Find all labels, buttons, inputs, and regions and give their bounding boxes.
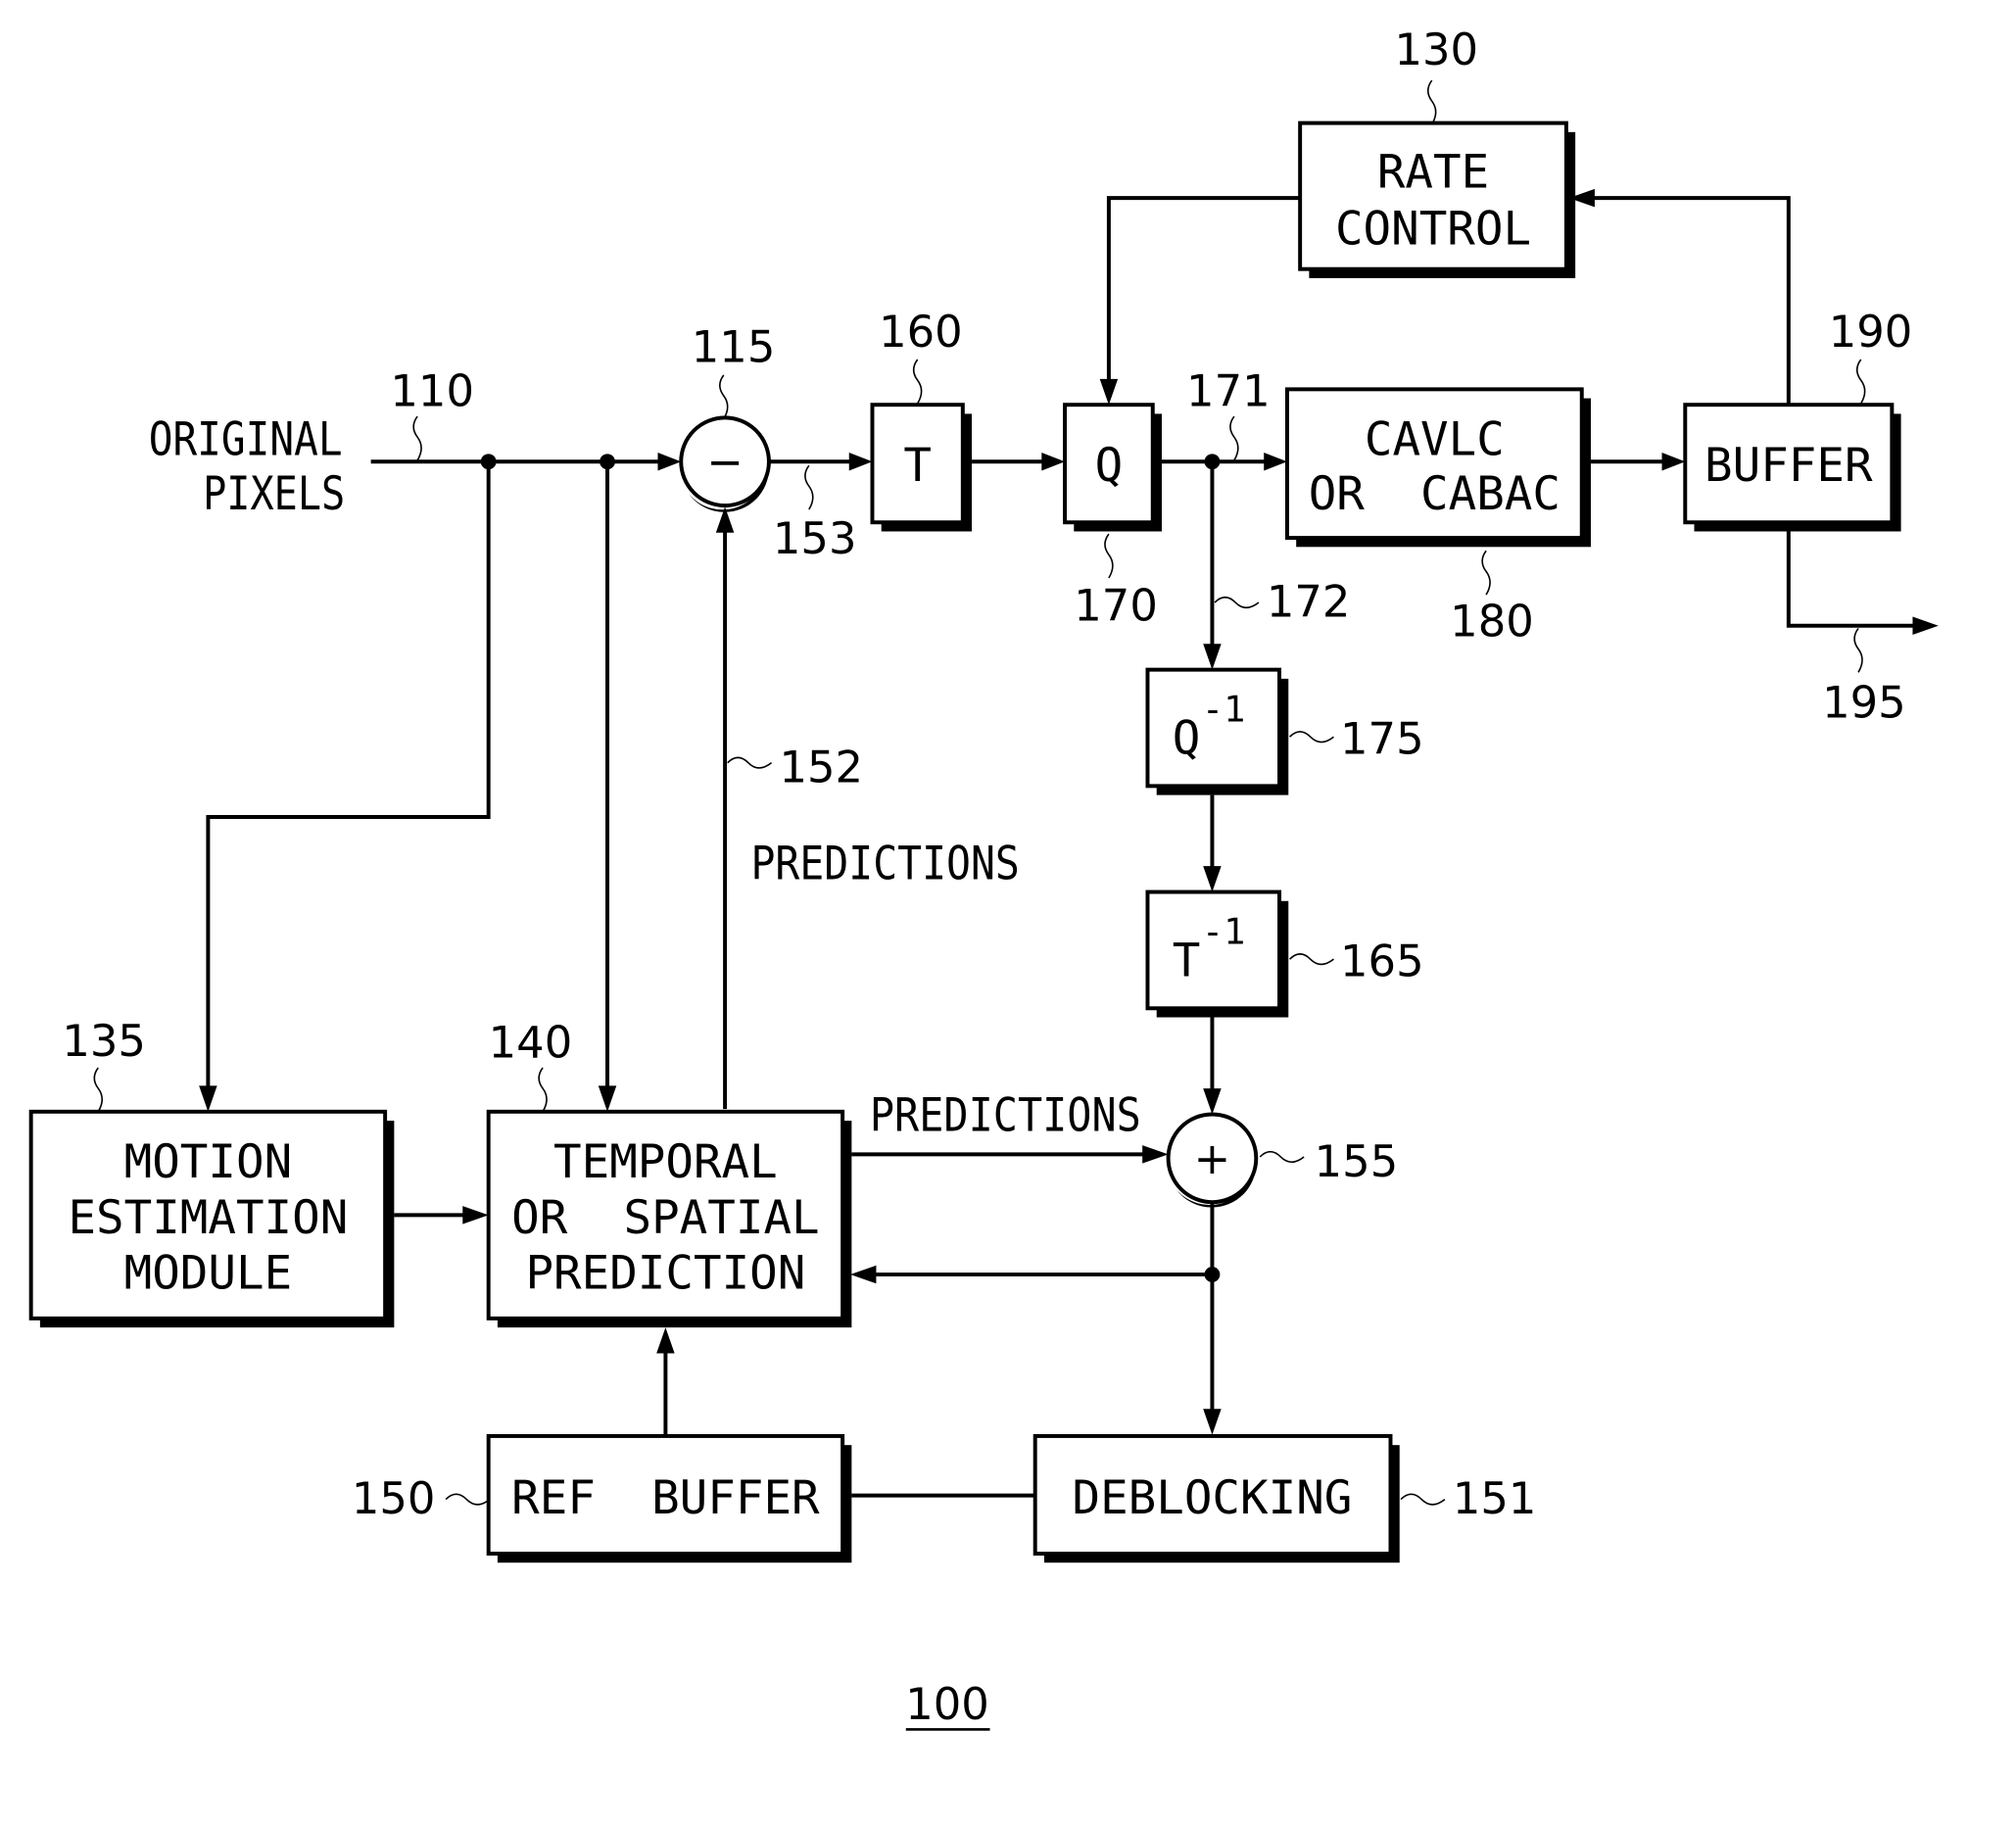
inverse-transform-superscript: -1 xyxy=(1202,910,1245,952)
ref-buffer-label: REF BUFFER xyxy=(511,1471,820,1525)
motion-estimation-label-line3: MODULE xyxy=(124,1247,293,1301)
ref-160: 160 xyxy=(879,306,963,358)
arrow-into-prediction xyxy=(598,1085,617,1112)
ref-152: 152 xyxy=(779,741,863,792)
arrow-into-deblocking xyxy=(1203,1409,1222,1435)
ref-171-leader xyxy=(1229,415,1239,461)
ref-155: 155 xyxy=(1315,1135,1399,1187)
inverse-quantizer-label: Q xyxy=(1173,711,1201,765)
ref-150-leader xyxy=(445,1493,491,1506)
arrow-into-buffer xyxy=(1661,453,1686,471)
ref-190: 190 xyxy=(1829,306,1913,358)
branch-to-motion-estimation xyxy=(206,461,491,1099)
prediction-label-line3: PREDICTION xyxy=(525,1247,805,1301)
arrow-bitstream-output xyxy=(1912,616,1939,636)
arrow-into-inverse-quantizer xyxy=(1203,644,1222,670)
rate-control-label-line2: CONTROL xyxy=(1335,203,1531,257)
encoder-block-diagram: ORIGINAL PIXELS 110 − 115 153 152 PREDIC… xyxy=(28,24,1939,1731)
ref-135: 135 xyxy=(62,1015,146,1067)
arrow-rate-into-quantizer xyxy=(1099,378,1119,406)
ref-151-leader xyxy=(1400,1493,1446,1506)
arrow-into-entropy-coder xyxy=(1264,453,1287,471)
ref-170-leader xyxy=(1104,533,1114,579)
deblocking-label: DEBLOCKING xyxy=(1072,1471,1352,1525)
arrow-into-subtractor xyxy=(657,453,682,471)
ref-152-leader xyxy=(727,756,773,769)
transform-label: T xyxy=(903,439,932,493)
arrow-into-transform xyxy=(848,453,873,471)
arrow-reconstruction-into-prediction xyxy=(850,1265,877,1284)
ref-171: 171 xyxy=(1186,365,1271,417)
buffer-to-rate-control-line xyxy=(1587,196,1791,406)
ref-110-leader xyxy=(412,415,422,461)
rate-control-to-quantizer-line xyxy=(1106,196,1301,393)
bitstream-output-line xyxy=(1786,531,1926,628)
entropy-coder-label-line1: CAVLC xyxy=(1365,413,1505,467)
ref-175: 175 xyxy=(1340,712,1424,764)
arrow-predictions-into-adder xyxy=(1142,1145,1169,1164)
predictions-label-horizontal: PREDICTIONS xyxy=(870,1089,1141,1143)
motion-estimation-label-line1: MOTION xyxy=(124,1135,293,1189)
ref-165-leader xyxy=(1289,953,1334,966)
subtractor-symbol: − xyxy=(706,436,744,488)
motion-estimation-label-line2: ESTIMATION xyxy=(68,1191,348,1245)
rate-control-label-line1: RATE xyxy=(1377,146,1489,200)
arrow-me-into-prediction xyxy=(462,1206,489,1224)
input-label-line1: ORIGINAL xyxy=(149,413,343,467)
ref-175-leader xyxy=(1289,731,1334,744)
ref-140-leader xyxy=(538,1067,548,1113)
ref-155-leader xyxy=(1259,1150,1305,1164)
inverse-transform-label: T xyxy=(1173,934,1201,987)
entropy-coder-label-line2: OR CABAC xyxy=(1309,467,1560,521)
ref-153-leader xyxy=(804,464,814,510)
ref-115-leader xyxy=(719,374,729,420)
figure-number: 100 xyxy=(905,1678,989,1730)
quantizer-label: Q xyxy=(1095,439,1124,493)
ref-172-leader xyxy=(1214,596,1260,609)
ref-190-leader xyxy=(1855,359,1866,405)
prediction-label-line1: TEMPORAL xyxy=(553,1135,778,1189)
ref-130-leader xyxy=(1426,79,1437,125)
ref-130: 130 xyxy=(1394,24,1478,75)
buffer-label: BUFFER xyxy=(1704,439,1873,493)
ref-195: 195 xyxy=(1822,676,1906,728)
ref-135-leader xyxy=(93,1067,104,1113)
inverse-quantizer-superscript: -1 xyxy=(1202,688,1245,730)
ref-150: 150 xyxy=(352,1472,436,1524)
ref-180: 180 xyxy=(1450,595,1534,647)
ref-180-leader xyxy=(1481,550,1491,596)
ref-195-leader xyxy=(1853,627,1863,673)
ref-165: 165 xyxy=(1340,935,1424,986)
arrow-into-adder xyxy=(1203,1088,1222,1115)
prediction-label-line2: OR SPATIAL xyxy=(511,1191,819,1245)
ref-153: 153 xyxy=(773,512,857,564)
arrow-into-motion-estimation xyxy=(199,1085,217,1112)
ref-160-leader xyxy=(912,359,923,405)
arrow-into-inverse-transform xyxy=(1203,866,1222,892)
input-label-line2: PIXELS xyxy=(203,467,345,521)
arrow-into-quantizer xyxy=(1041,453,1066,471)
ref-151: 151 xyxy=(1453,1472,1537,1524)
predictions-label-vertical: PREDICTIONS xyxy=(750,837,1019,890)
arrow-ref-buffer-into-prediction xyxy=(656,1327,675,1354)
ref-110: 110 xyxy=(390,365,474,417)
ref-172: 172 xyxy=(1267,576,1351,628)
ref-140: 140 xyxy=(489,1016,573,1068)
adder-symbol: + xyxy=(1194,1132,1231,1184)
ref-170: 170 xyxy=(1074,580,1158,632)
ref-115: 115 xyxy=(692,321,776,373)
